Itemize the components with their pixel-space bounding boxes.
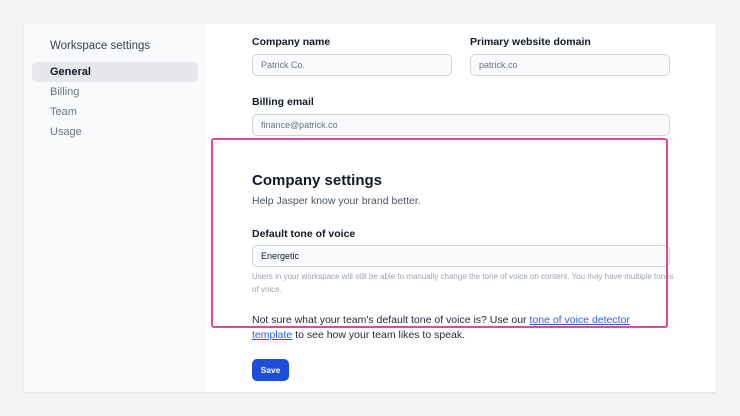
sidebar-item-team[interactable]: Team xyxy=(32,102,198,122)
sidebar-title: Workspace settings xyxy=(50,40,151,52)
sidebar: Workspace settings General Billing Team … xyxy=(24,24,206,392)
sidebar-item-usage[interactable]: Usage xyxy=(32,122,198,142)
company-name-label: Company name xyxy=(252,36,331,48)
domain-label: Primary website domain xyxy=(470,36,591,48)
note-text-after: to see how your team likes to speak. xyxy=(292,329,466,341)
billing-email-input[interactable] xyxy=(252,114,670,136)
billing-email-label: Billing email xyxy=(252,96,314,108)
sidebar-item-billing[interactable]: Billing xyxy=(32,82,198,102)
domain-input[interactable] xyxy=(470,54,670,76)
company-settings-highlight xyxy=(211,138,668,328)
company-name-input[interactable] xyxy=(252,54,452,76)
sidebar-item-general[interactable]: General xyxy=(32,62,198,82)
save-button[interactable]: Save xyxy=(252,359,289,381)
